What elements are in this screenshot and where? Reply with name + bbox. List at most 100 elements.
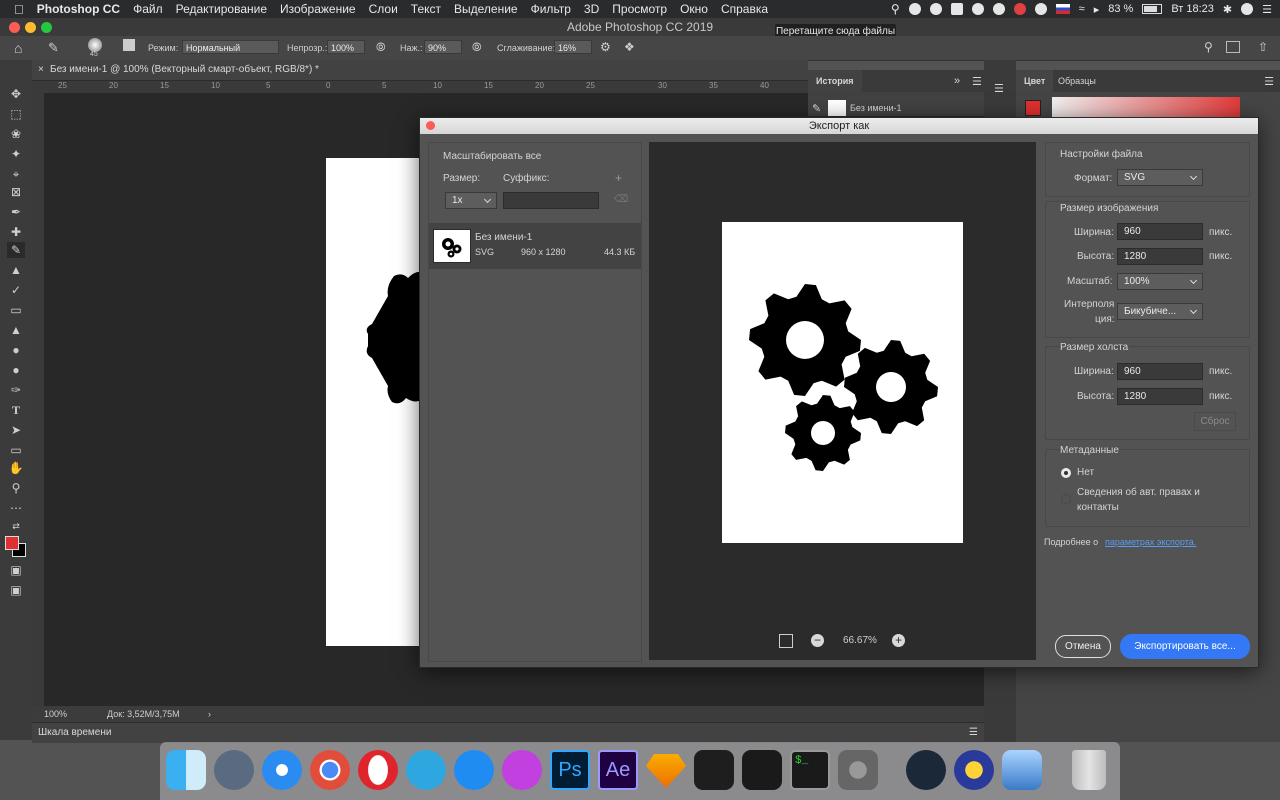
color-tab[interactable]: Цвет [1016, 70, 1054, 92]
tray-creative-cloud-icon[interactable] [992, 3, 1005, 15]
path-selection-tool-icon[interactable]: ➤ [7, 422, 25, 438]
menu-image[interactable]: Изображение [280, 2, 356, 16]
pressure-input[interactable]: 90% [424, 40, 462, 54]
type-tool-icon[interactable]: T [7, 402, 25, 418]
size-select[interactable]: 1x [445, 192, 497, 209]
brush-preset-icon[interactable] [88, 38, 102, 52]
tray-m-icon[interactable] [1034, 3, 1047, 15]
trash-icon[interactable] [1072, 750, 1106, 790]
launchpad-icon[interactable] [214, 750, 254, 790]
tray-bolt-icon[interactable] [929, 3, 942, 15]
toggle-preview-icon[interactable] [779, 634, 793, 648]
eyedropper-tool-icon[interactable]: ✒ [7, 204, 25, 220]
image-height-input[interactable]: 1280 [1117, 248, 1203, 265]
zoom-level[interactable]: 100% [44, 706, 67, 722]
canvas-width-input[interactable]: 960 [1117, 363, 1203, 380]
airbrush-icon[interactable]: ⦾ [472, 40, 482, 55]
dialog-close-button[interactable] [426, 121, 435, 130]
zoom-in-button[interactable]: + [892, 634, 905, 647]
steam-icon[interactable] [906, 750, 946, 790]
menu-3d[interactable]: 3D [584, 2, 599, 16]
panel-strip-icon[interactable]: ☰ [994, 82, 1004, 95]
interpolation-select[interactable]: Бикубиче... [1117, 303, 1203, 320]
hand-tool-icon[interactable]: ✋ [7, 460, 25, 476]
apple-icon[interactable]:  [14, 2, 24, 17]
history-tab[interactable]: История [808, 70, 862, 92]
zoom-tool-icon[interactable]: ⚲ [7, 480, 25, 496]
workspace-icon[interactable] [1226, 41, 1240, 53]
cancel-button[interactable]: Отмена [1055, 635, 1111, 658]
history-menu-icon[interactable]: ☰ [972, 75, 982, 88]
menu-help[interactable]: Справка [721, 2, 768, 16]
battery-icon[interactable] [1142, 4, 1163, 14]
crop-tool-icon[interactable]: ⌖ [7, 166, 25, 182]
menu-filter[interactable]: Фильтр [531, 2, 571, 16]
bolt-app-icon[interactable] [954, 750, 994, 790]
blur-tool-icon[interactable]: ● [7, 342, 25, 358]
swatches-tab[interactable]: Образцы [1058, 70, 1096, 92]
status-chevron-icon[interactable]: › [208, 706, 211, 722]
smoothing-gear-icon[interactable]: ⚙ [600, 40, 611, 54]
history-brush-icon[interactable]: ✎ [812, 102, 821, 115]
timeline-title[interactable]: Шкала времени [38, 723, 111, 743]
asset-row[interactable]: Без имени-1 SVG 960 x 1280 44.3 КБ [429, 223, 641, 269]
frame-tool-icon[interactable]: ⊠ [7, 184, 25, 200]
shape-tool-icon[interactable]: ▭ [7, 442, 25, 458]
brush-tool-icon-active[interactable]: ✎ [7, 242, 25, 258]
more-tools-icon[interactable]: ⋯ [7, 500, 25, 516]
home-icon[interactable]: ⌂ [14, 40, 22, 56]
history-snapshot-thumb[interactable] [828, 100, 846, 116]
marquee-tool-icon[interactable]: ⬚ [7, 106, 25, 122]
opera-icon[interactable] [358, 750, 398, 790]
zoom-out-button[interactable]: − [811, 634, 824, 647]
share-icon[interactable]: ⇧ [1258, 40, 1268, 54]
export-settings-link[interactable]: параметрах экспорта. [1105, 537, 1196, 547]
spotlight-icon[interactable]: ⚲ [891, 2, 900, 16]
tray-app-icon[interactable] [908, 3, 921, 15]
app-store-icon[interactable] [454, 750, 494, 790]
search-icon[interactable]: ⚲ [1204, 40, 1213, 54]
finder-icon[interactable] [166, 750, 206, 790]
quick-mask-icon[interactable]: ▣ [7, 562, 25, 578]
preview-icon[interactable] [1002, 750, 1042, 790]
timeline-menu-icon[interactable]: ☰ [969, 723, 978, 743]
scale-select[interactable]: 100% [1117, 273, 1203, 290]
menu-select[interactable]: Выделение [454, 2, 518, 16]
menu-window[interactable]: Окно [680, 2, 708, 16]
tray-meter-icon[interactable] [1013, 3, 1026, 15]
bluetooth-icon[interactable]: ✱ [1223, 3, 1232, 16]
healing-tool-icon[interactable]: ✚ [7, 224, 25, 240]
photoshop-icon[interactable]: Ps [550, 750, 590, 790]
after-effects-icon[interactable]: Ae [598, 750, 638, 790]
safari-icon[interactable] [262, 750, 302, 790]
user-icon[interactable] [1241, 3, 1254, 15]
color-menu-icon[interactable]: ☰ [1264, 75, 1274, 88]
close-document-icon[interactable]: × [38, 60, 44, 80]
paint-bucket-tool-icon[interactable]: ▲ [7, 322, 25, 338]
menu-app-name[interactable]: Photoshop CC [37, 2, 120, 16]
symmetry-icon[interactable]: ❖ [624, 40, 635, 54]
menu-type[interactable]: Текст [411, 2, 441, 16]
system-preferences-icon[interactable] [838, 750, 878, 790]
terminal-icon[interactable]: $_ [790, 750, 830, 790]
menu-layers[interactable]: Слои [369, 2, 398, 16]
move-tool-icon[interactable]: ✥ [7, 86, 25, 102]
menu-edit[interactable]: Редактирование [176, 2, 267, 16]
wifi-icon[interactable]: ≈ [1079, 3, 1085, 15]
menu-file[interactable]: Файл [133, 2, 163, 16]
document-tab[interactable]: × Без имени-1 @ 100% (Векторный смарт-об… [32, 60, 808, 81]
lasso-tool-icon[interactable]: ❀ [7, 126, 25, 142]
opacity-input[interactable]: 100% [327, 40, 365, 54]
smoothing-input[interactable]: 16% [554, 40, 592, 54]
history-item[interactable]: Без имени-1 [850, 103, 902, 113]
vectorize-icon[interactable] [742, 750, 782, 790]
image-width-input[interactable]: 960 [1117, 223, 1203, 240]
history-brush-tool-icon[interactable]: ✓ [7, 282, 25, 298]
color-foreground-swatch[interactable] [1025, 100, 1041, 116]
foreground-color-swatch[interactable] [5, 536, 19, 550]
screen-mode-icon[interactable]: ▣ [7, 582, 25, 598]
mode-select[interactable]: Нормальный [182, 40, 279, 54]
preview-area[interactable]: − 66.67% + [649, 142, 1036, 660]
tray-cloud-icon[interactable] [971, 3, 984, 15]
dodge-tool-icon[interactable]: ● [7, 362, 25, 378]
